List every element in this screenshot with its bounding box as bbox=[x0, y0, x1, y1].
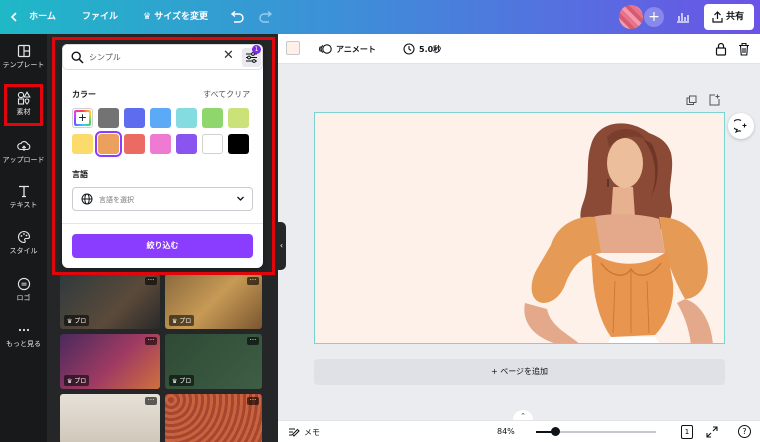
help-button[interactable]: ? bbox=[738, 425, 751, 438]
trash-icon[interactable] bbox=[738, 42, 750, 56]
highlight-elements-box bbox=[4, 84, 43, 126]
insights-button[interactable] bbox=[676, 0, 690, 34]
highlight-filter-box bbox=[52, 37, 275, 275]
nav-styles[interactable]: スタイル bbox=[0, 230, 47, 256]
crown-icon: ♛ bbox=[143, 12, 152, 22]
nav-uploads[interactable]: アップロード bbox=[0, 139, 47, 165]
bottom-bar: メモ 84% 1 ? bbox=[278, 420, 760, 442]
duration-button[interactable]: 5.0秒 bbox=[403, 43, 441, 55]
palette-icon bbox=[17, 230, 30, 244]
notes-button[interactable]: メモ bbox=[288, 427, 320, 438]
fullscreen-icon[interactable] bbox=[706, 426, 718, 438]
share-button[interactable]: 共有 bbox=[704, 4, 754, 30]
woman-illustration bbox=[524, 123, 713, 343]
add-page-button[interactable]: + ページを追加 bbox=[314, 359, 725, 385]
template-thumbnail[interactable]: ··· bbox=[165, 394, 262, 442]
top-bar: ホーム ファイル ♛ サイズを変更 + 共有 bbox=[0, 0, 760, 34]
lock-icon[interactable] bbox=[715, 42, 727, 56]
template-thumbnail[interactable]: ··· bbox=[60, 394, 160, 442]
clock-icon bbox=[403, 43, 415, 55]
pro-badge: ♛ プロ bbox=[64, 315, 90, 326]
nav-logos[interactable]: ロゴ bbox=[0, 277, 47, 303]
page-count-button[interactable]: 1 bbox=[681, 425, 693, 439]
more-options-icon[interactable]: ··· bbox=[145, 397, 157, 405]
add-member-button[interactable]: + bbox=[644, 7, 664, 27]
redo-button[interactable] bbox=[258, 0, 274, 34]
more-options-icon[interactable]: ··· bbox=[247, 397, 259, 405]
zoom-level[interactable]: 84% bbox=[497, 427, 515, 436]
template-icon bbox=[17, 44, 30, 58]
editor-toolbar: アニメート 5.0秒 bbox=[278, 34, 760, 64]
comment-add-icon bbox=[734, 119, 747, 133]
pro-badge: ♛ プロ bbox=[169, 375, 195, 386]
file-menu[interactable]: ファイル bbox=[82, 0, 118, 34]
nav-templates[interactable]: テンプレート bbox=[0, 44, 47, 70]
redo-icon bbox=[259, 10, 273, 23]
background-color-button[interactable] bbox=[286, 41, 300, 55]
zoom-slider-knob[interactable] bbox=[551, 427, 560, 436]
duplicate-page-icon[interactable] bbox=[686, 95, 697, 106]
bar-chart-icon bbox=[677, 12, 689, 23]
pro-badge: ♛ プロ bbox=[169, 315, 195, 326]
design-canvas[interactable] bbox=[314, 112, 725, 344]
upload-share-icon bbox=[712, 11, 723, 23]
home-button[interactable]: ホーム bbox=[10, 0, 56, 34]
undo-button[interactable] bbox=[229, 0, 245, 34]
avatar[interactable] bbox=[619, 5, 643, 29]
animate-button[interactable]: アニメート bbox=[319, 43, 376, 55]
animate-icon bbox=[319, 44, 332, 54]
more-options-icon[interactable]: ··· bbox=[247, 277, 259, 285]
undo-icon bbox=[230, 10, 244, 23]
nav-more[interactable]: もっと見る bbox=[0, 323, 47, 349]
expand-pages-button[interactable]: ⌃ bbox=[513, 410, 533, 420]
upload-icon bbox=[16, 140, 30, 151]
pro-badge: ♛ プロ bbox=[64, 375, 90, 386]
more-options-icon[interactable]: ··· bbox=[145, 337, 157, 345]
add-page-icon[interactable] bbox=[709, 94, 720, 106]
collapse-panel-button[interactable]: ‹ bbox=[277, 222, 286, 270]
template-thumbnail[interactable]: ··· ♛ プロ bbox=[165, 274, 262, 329]
template-thumbnail[interactable]: ··· ♛ プロ bbox=[60, 274, 160, 329]
logo-icon bbox=[17, 277, 30, 291]
text-icon bbox=[18, 185, 29, 198]
notes-icon bbox=[289, 428, 300, 437]
more-icon bbox=[18, 328, 29, 332]
comment-button[interactable] bbox=[728, 113, 754, 139]
more-options-icon[interactable]: ··· bbox=[247, 337, 259, 345]
template-thumbnail[interactable]: ··· ♛ プロ bbox=[165, 334, 262, 389]
more-options-icon[interactable]: ··· bbox=[145, 277, 157, 285]
chevron-left-icon bbox=[10, 11, 17, 22]
template-thumbnail[interactable]: ··· ♛ プロ bbox=[60, 334, 160, 389]
nav-text[interactable]: テキスト bbox=[0, 184, 47, 210]
resize-button[interactable]: ♛ サイズを変更 bbox=[143, 0, 208, 34]
